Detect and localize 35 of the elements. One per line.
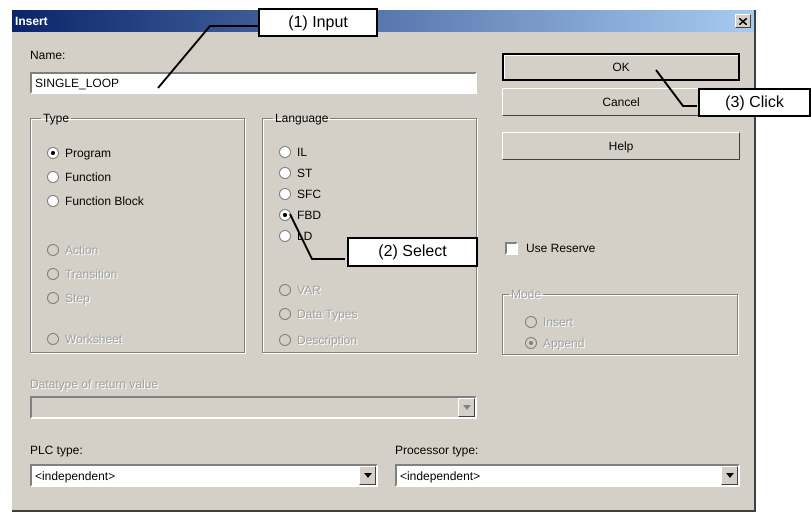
radio-label: ST: [297, 164, 312, 182]
callout-tooltip: (2) Select: [347, 237, 478, 267]
radio-label: FBD: [297, 206, 321, 224]
radio-button[interactable]: [47, 147, 59, 159]
radio-button[interactable]: [279, 146, 291, 158]
radio-label: SFC: [297, 186, 321, 202]
radio-button[interactable]: [47, 195, 59, 207]
group-label: Type: [42, 110, 70, 127]
group-label: Mode: [510, 286, 542, 303]
radio-label: IL: [297, 144, 308, 160]
dialog-button[interactable]: OK: [502, 53, 740, 81]
radio-button[interactable]: [279, 166, 291, 178]
field-label: Name:: [30, 47, 66, 64]
dropdown[interactable]: <independent>: [395, 464, 740, 487]
group-label: Language: [274, 110, 330, 127]
dropdown[interactable]: <independent>: [30, 464, 378, 487]
radio-button[interactable]: [279, 188, 291, 200]
name-field[interactable]: SINGLE_LOOP: [30, 72, 477, 94]
window-title: Insert: [15, 13, 48, 30]
checkbox[interactable]: [505, 242, 518, 254]
dialog-button[interactable]: Help: [502, 132, 740, 160]
close-button[interactable]: [735, 14, 751, 28]
close-icon: [739, 18, 747, 24]
checkbox-label: Use Reserve: [526, 240, 596, 257]
radio-label: Function Block: [65, 193, 144, 210]
field-label: PLC type:: [30, 442, 84, 459]
radio-label: Program: [65, 145, 112, 162]
field-label: Processor type:: [395, 442, 480, 459]
leader-line: [655, 69, 697, 107]
radio-button[interactable]: [279, 208, 291, 220]
radio-label: Function: [65, 169, 112, 186]
radio-button[interactable]: [279, 230, 291, 242]
radio-button[interactable]: [47, 171, 59, 183]
callout-tooltip: (1) Input: [258, 8, 378, 37]
callout-tooltip: (3) Click: [698, 88, 811, 117]
